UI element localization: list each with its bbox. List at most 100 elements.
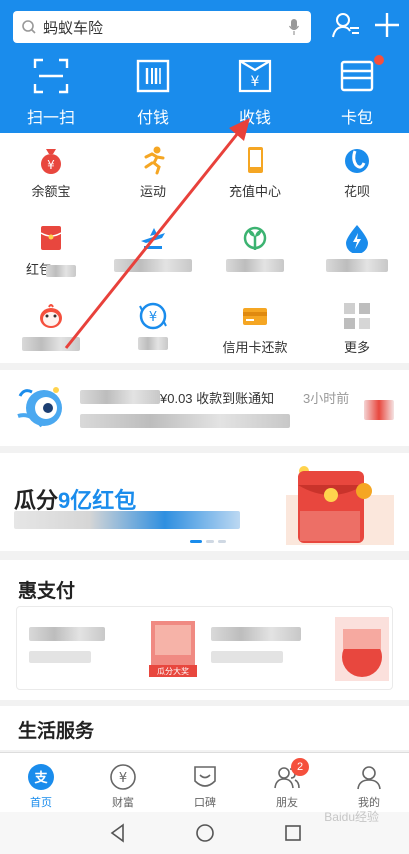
plus-icon[interactable]	[372, 10, 402, 40]
card-wallet-button[interactable]: 卡包	[306, 58, 408, 128]
app-huabei[interactable]: 花呗	[306, 133, 408, 209]
svg-text:¥: ¥	[47, 158, 55, 172]
card-wallet-label: 卡包	[340, 110, 373, 127]
huabei-icon	[345, 149, 369, 173]
life-service-section: 生活服务	[0, 706, 409, 750]
svg-text:¥: ¥	[251, 74, 260, 90]
pay-label: 付钱	[136, 110, 169, 127]
app-label: 余额宝	[31, 184, 71, 199]
notice-text: ¥0.03 收款到账通知	[160, 391, 275, 406]
recent-apps-icon[interactable]	[283, 823, 303, 843]
scan-button[interactable]: 扫一扫	[0, 58, 102, 128]
promo-thumb-icon: 瓜分大奖	[149, 621, 197, 677]
app-label: 运动	[139, 184, 166, 199]
blurred-subtext	[80, 414, 290, 428]
app-label: 花呗	[343, 184, 370, 199]
phone-icon	[248, 147, 263, 173]
tab-friends[interactable]: 2 朋友	[246, 758, 328, 810]
app-credit-card[interactable]: 信用卡还款	[204, 289, 306, 365]
running-icon	[144, 146, 165, 175]
app-label: 更多	[343, 340, 370, 355]
app-label: 信用卡还款	[222, 340, 288, 355]
app-label: 红包	[0, 259, 102, 278]
red-envelope-illustration	[286, 466, 394, 545]
notification-dot	[374, 55, 384, 65]
tab-wealth[interactable]: ¥ 财富	[82, 763, 164, 810]
app-grid: ¥ 余额宝 运动 充值中心 花呗 红包 ¥ 信用卡还款 更多	[0, 133, 409, 363]
tab-label: 口碑	[194, 797, 216, 809]
svg-text:¥: ¥	[119, 771, 127, 786]
money-bag-icon: ¥	[41, 149, 61, 174]
svg-text:支: 支	[33, 770, 48, 786]
bottom-tab-bar: 支 首页 ¥ 财富 口碑 2 朋友 我的	[0, 752, 409, 812]
plane-icon	[141, 228, 165, 249]
app-sport[interactable]: 运动	[102, 133, 204, 209]
home-icon: 支	[28, 764, 54, 790]
profile-icon	[357, 766, 381, 790]
home-circle-icon[interactable]	[195, 823, 215, 843]
app-antchick[interactable]	[0, 289, 102, 365]
watermark: Baidu经验	[324, 810, 379, 824]
pay-button[interactable]: 付钱	[102, 58, 204, 128]
tab-label: 朋友	[276, 797, 298, 809]
water-drop-icon	[346, 225, 368, 253]
svg-text:¥: ¥	[149, 310, 157, 325]
notification-card[interactable]: ¥0.03 收款到账通知 3小时前	[0, 370, 409, 446]
search-placeholder: 蚂蚁车险	[43, 19, 104, 37]
app-utilities[interactable]	[306, 211, 408, 287]
scan-label: 扫一扫	[26, 110, 75, 127]
back-icon[interactable]	[108, 823, 128, 843]
search-icon	[22, 20, 36, 34]
app-red-packet[interactable]: 红包	[0, 211, 102, 287]
app-loan[interactable]: ¥	[102, 289, 204, 365]
section-title: 生活服务	[18, 721, 95, 742]
blurred-thumb	[364, 400, 394, 420]
contacts-icon[interactable]	[331, 10, 361, 40]
tab-koubei[interactable]: 口碑	[164, 763, 246, 810]
mascot-icon	[17, 387, 62, 428]
app-travel[interactable]	[102, 211, 204, 287]
hui-card[interactable]: 瓜分大奖	[16, 606, 393, 690]
scan-icon	[33, 58, 69, 94]
app-label	[306, 259, 408, 275]
friends-badge: 2	[291, 758, 309, 776]
barcode-icon	[136, 59, 170, 93]
app-label	[0, 337, 102, 354]
app-label: 充值中心	[228, 184, 281, 199]
blurred-banner-text	[14, 511, 240, 529]
yuan-circle-icon: ¥	[139, 302, 167, 330]
blurred-text	[80, 390, 160, 404]
receive-money-button[interactable]: ¥ 收钱	[204, 58, 306, 128]
wealth-icon: ¥	[110, 764, 136, 790]
app-recharge[interactable]: 充值中心	[204, 133, 306, 209]
promo-thumb-icon	[335, 617, 389, 681]
section-title: 惠支付	[18, 581, 76, 602]
red-packet-icon	[40, 226, 62, 250]
app-forest[interactable]	[204, 211, 306, 287]
receive-money-label: 收钱	[238, 110, 271, 127]
search-box[interactable]: 蚂蚁车险	[13, 11, 311, 43]
tab-profile[interactable]: 我的	[328, 763, 409, 810]
app-more[interactable]: 更多	[306, 289, 408, 365]
header: 蚂蚁车险 扫一扫 付钱 ¥ 收钱 卡包	[0, 0, 409, 133]
microphone-icon[interactable]	[289, 19, 299, 35]
app-label	[204, 259, 306, 275]
credit-card-icon	[243, 308, 267, 325]
more-icon	[344, 303, 370, 329]
tab-label: 财富	[112, 797, 134, 809]
app-label	[102, 337, 204, 353]
svg-text:瓜分大奖: 瓜分大奖	[157, 666, 189, 676]
promo-banner[interactable]: 瓜分9亿红包	[0, 453, 409, 551]
app-label	[102, 259, 204, 275]
tab-home[interactable]: 支 首页	[0, 763, 82, 810]
hui-section: 惠支付 瓜分大奖	[0, 560, 409, 700]
banner-pager	[190, 540, 226, 544]
chick-icon	[40, 304, 62, 328]
tab-label: 首页	[30, 797, 52, 809]
card-wallet-icon	[340, 60, 374, 92]
app-yuebao[interactable]: ¥ 余额宝	[0, 133, 102, 209]
koubei-icon	[194, 766, 216, 787]
notice-time: 3小时前	[303, 391, 350, 406]
sprout-icon	[243, 226, 267, 250]
receive-money-icon: ¥	[238, 59, 272, 93]
